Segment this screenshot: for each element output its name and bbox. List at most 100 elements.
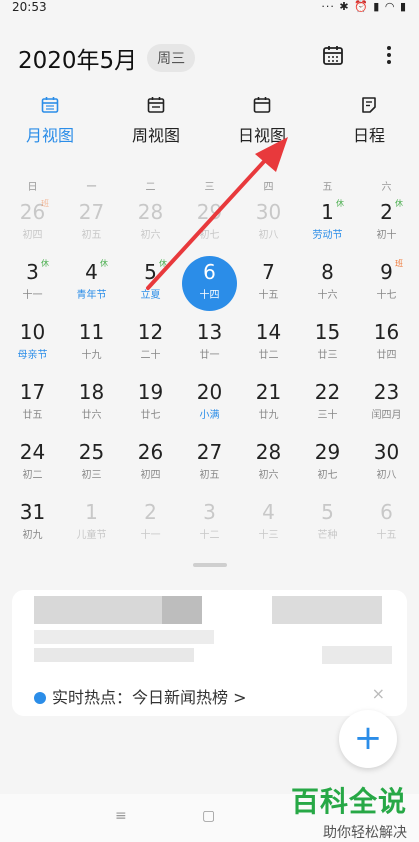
- day-cell[interactable]: 29 初七: [180, 194, 239, 254]
- lunar-label: 初六: [140, 230, 161, 241]
- drag-handle[interactable]: [193, 563, 227, 567]
- week-row: 24 初二 25 初三 26 初四 27 初五 28 初六 29 初七 30 初八: [0, 434, 419, 494]
- day-cell[interactable]: 11 十九: [62, 314, 121, 374]
- calendar-today-icon[interactable]: [322, 44, 344, 71]
- news-card[interactable]: 实时热点：今日新闻热榜 > ×: [12, 590, 407, 716]
- weekday-badge: 周三: [147, 44, 196, 72]
- day-view-icon: [253, 97, 271, 113]
- day-cell[interactable]: 26 初四: [121, 434, 180, 494]
- day-cell[interactable]: 26 初四 班: [3, 194, 62, 254]
- day-cell[interactable]: 22 三十: [298, 374, 357, 434]
- day-number: 18: [78, 380, 105, 404]
- day-cell[interactable]: 31 初九: [3, 494, 62, 554]
- day-cell[interactable]: 29 初七: [298, 434, 357, 494]
- day-number: 15: [314, 320, 341, 344]
- day-cell[interactable]: 27 初五: [62, 194, 121, 254]
- lunar-label: 三十: [317, 410, 338, 421]
- lunar-label: 小满: [199, 410, 220, 421]
- day-cell[interactable]: 27 初五: [180, 434, 239, 494]
- day-cell[interactable]: 28 初六: [121, 194, 180, 254]
- day-number: 13: [196, 320, 223, 344]
- holiday-badge: 休: [159, 259, 167, 268]
- day-number: 30: [255, 200, 282, 224]
- day-number: 10: [19, 320, 46, 344]
- hot-news-link[interactable]: 实时热点：今日新闻热榜 >: [34, 684, 247, 708]
- day-cell[interactable]: 6 十五: [357, 494, 416, 554]
- lunar-label: 初四: [22, 230, 43, 241]
- day-cell[interactable]: 23 闰四月: [357, 374, 416, 434]
- day-number: 21: [255, 380, 282, 404]
- day-cell[interactable]: 25 初三: [62, 434, 121, 494]
- day-number: 16: [373, 320, 400, 344]
- day-cell[interactable]: 30 初八: [239, 194, 298, 254]
- tab-week-view[interactable]: 周视图: [106, 96, 206, 146]
- status-bar: 20:53 ··· ✱ ⏰ ▮ ◠ ▮: [0, 0, 419, 16]
- lunar-label: 青年节: [76, 290, 107, 301]
- day-cell[interactable]: 20 小满: [180, 374, 239, 434]
- day-cell[interactable]: 13 廿一: [180, 314, 239, 374]
- tab-schedule[interactable]: 日程: [319, 96, 419, 146]
- day-cell[interactable]: 19 廿七: [121, 374, 180, 434]
- lunar-label: 初六: [258, 470, 279, 481]
- day-number: 11: [78, 320, 105, 344]
- day-cell[interactable]: 3 十二: [180, 494, 239, 554]
- menu-icon[interactable]: ≡: [115, 808, 127, 824]
- day-number: 6: [380, 500, 393, 524]
- lunar-label: 闰四月: [371, 410, 402, 421]
- lunar-label: 初七: [199, 230, 220, 241]
- day-cell[interactable]: 24 初二: [3, 434, 62, 494]
- day-cell[interactable]: 5 立夏 休: [121, 254, 180, 314]
- tab-label: 日程: [352, 126, 385, 145]
- day-cell-today[interactable]: 6 十四: [180, 254, 239, 314]
- day-cell[interactable]: 18 廿六: [62, 374, 121, 434]
- day-cell[interactable]: 14 廿二: [239, 314, 298, 374]
- weekday-header-row: 日一二三四五六: [0, 172, 419, 194]
- day-cell[interactable]: 2 初十 休: [357, 194, 416, 254]
- lunar-label: 初七: [317, 470, 338, 481]
- day-cell[interactable]: 10 母亲节: [3, 314, 62, 374]
- week-row: 10 母亲节 11 十九 12 二十 13 廿一 14 廿二 15 廿三 16 廿四: [0, 314, 419, 374]
- day-cell[interactable]: 1 儿童节: [62, 494, 121, 554]
- day-cell[interactable]: 3 十一 休: [3, 254, 62, 314]
- day-cell[interactable]: 4 十三: [239, 494, 298, 554]
- day-number: 5: [144, 260, 157, 284]
- lunar-label: 十五: [376, 530, 397, 541]
- day-cell[interactable]: 15 廿三: [298, 314, 357, 374]
- add-event-button[interactable]: +: [339, 710, 397, 768]
- more-options-icon[interactable]: [384, 44, 394, 71]
- day-number: 29: [314, 440, 341, 464]
- blurred-content: [34, 648, 194, 662]
- lunar-label: 十四: [199, 290, 220, 301]
- day-cell[interactable]: 4 青年节 休: [62, 254, 121, 314]
- day-cell[interactable]: 8 十六: [298, 254, 357, 314]
- day-number: 31: [19, 500, 46, 524]
- week-row: 17 廿五 18 廿六 19 廿七 20 小满 21 廿九 22 三十 23 闰四月: [0, 374, 419, 434]
- day-cell[interactable]: 9 十七 班: [357, 254, 416, 314]
- day-cell[interactable]: 7 十五: [239, 254, 298, 314]
- day-cell[interactable]: 2 十一: [121, 494, 180, 554]
- day-cell[interactable]: 17 廿五: [3, 374, 62, 434]
- day-cell[interactable]: 28 初六: [239, 434, 298, 494]
- day-cell[interactable]: 1 劳动节 休: [298, 194, 357, 254]
- day-cell[interactable]: 5 芒种: [298, 494, 357, 554]
- tab-day-view[interactable]: 日视图: [212, 96, 312, 146]
- day-cell[interactable]: 12 二十: [121, 314, 180, 374]
- day-number: 28: [137, 200, 164, 224]
- lunar-label: 廿七: [140, 410, 161, 421]
- lunar-label: 廿二: [258, 350, 279, 361]
- day-number: 27: [196, 440, 223, 464]
- day-cell[interactable]: 21 廿九: [239, 374, 298, 434]
- day-cell[interactable]: 30 初八: [357, 434, 416, 494]
- tab-month-view[interactable]: 月视图: [0, 96, 100, 146]
- lunar-label: 初五: [81, 230, 102, 241]
- month-title[interactable]: 2020年5月: [18, 41, 137, 75]
- blurred-content: [34, 596, 164, 624]
- day-number: 30: [373, 440, 400, 464]
- week-row: 26 初四班 27 初五 28 初六 29 初七 30 初八 1 劳动节休 2 初十休: [0, 194, 419, 254]
- day-number: 8: [321, 260, 334, 284]
- home-icon[interactable]: ▢: [202, 808, 215, 824]
- day-cell[interactable]: 16 廿四: [357, 314, 416, 374]
- day-number: 26: [137, 440, 164, 464]
- day-number: 2: [380, 200, 393, 224]
- close-icon[interactable]: ×: [372, 684, 385, 703]
